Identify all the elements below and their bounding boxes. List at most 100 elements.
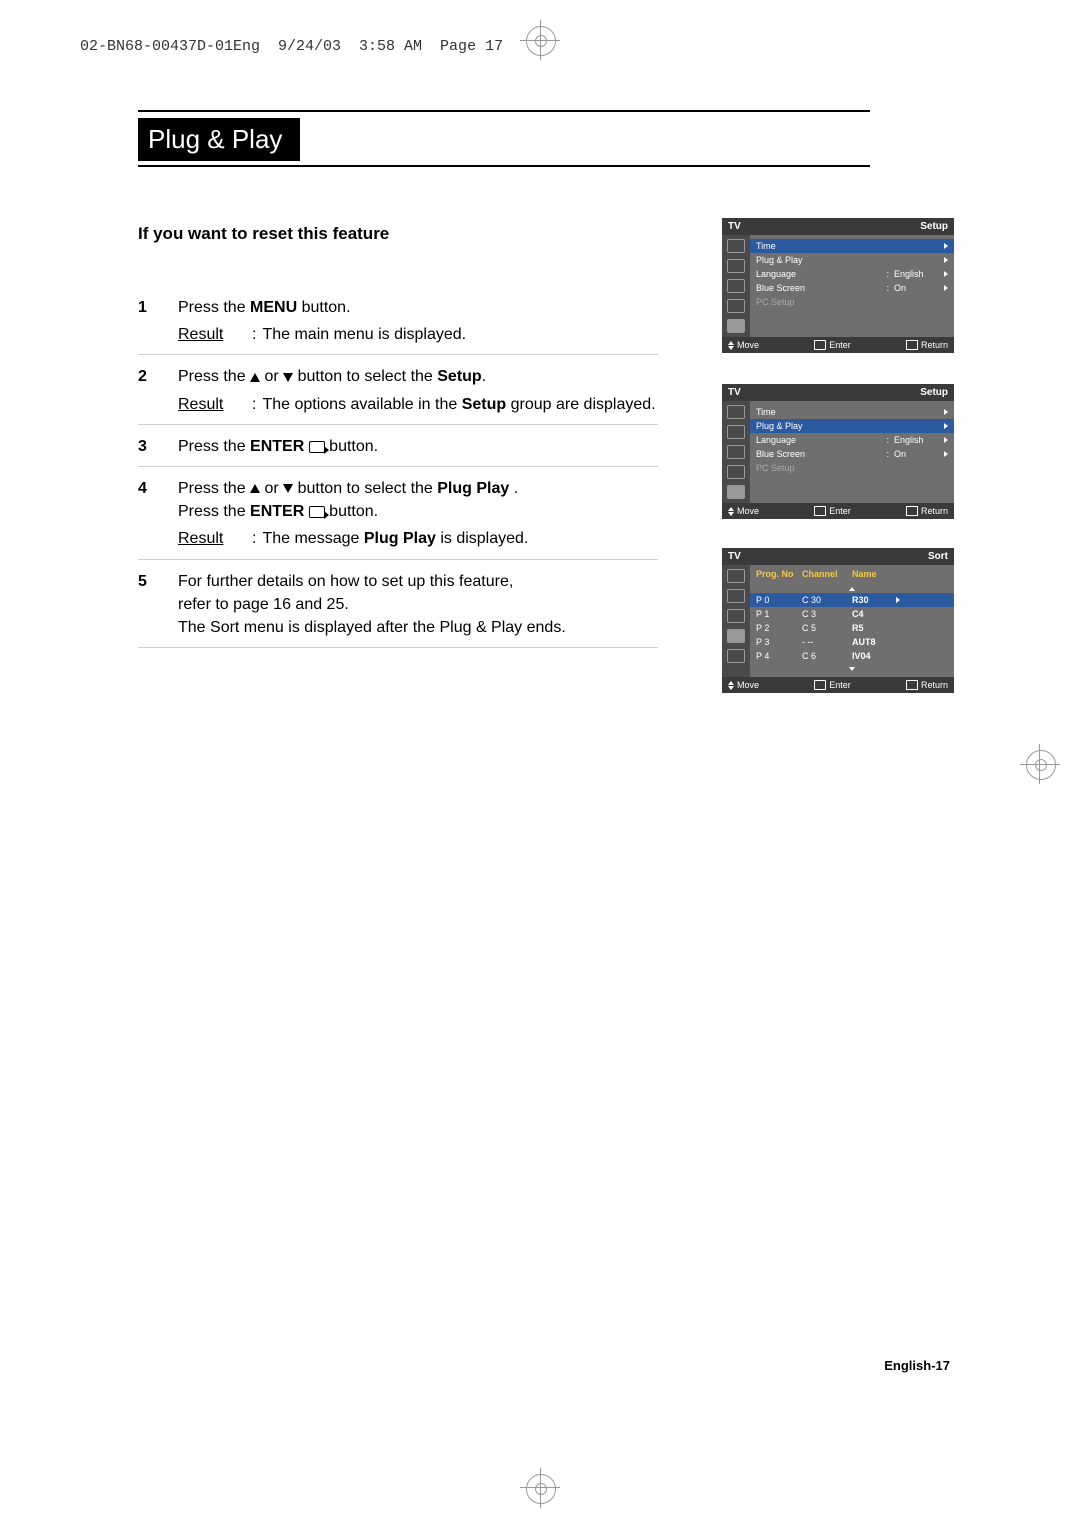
step-body: Press the or button to select the Setup.… (178, 365, 658, 415)
osd-sort-table: Prog. No Channel Name P 0C 30R30P 1C 3C4… (750, 565, 954, 677)
result-row: Result: The message Plug Play is display… (178, 527, 658, 550)
step-divider (138, 354, 658, 355)
result-label: Result (178, 323, 252, 346)
enter-icon (309, 506, 325, 518)
manual-page: 02-BN68-00437D-01Eng 9/24/03 3:58 AM Pag… (0, 0, 1080, 1528)
down-arrow-icon (283, 484, 293, 493)
osd-item-bluescreen: Blue Screen: On (756, 281, 948, 295)
section-heading: If you want to reset this feature (138, 224, 389, 244)
osd-side-icon (727, 279, 745, 293)
osd-enter: Enter (814, 506, 851, 516)
osd-move: Move (728, 680, 759, 690)
chevron-right-icon (944, 423, 948, 429)
osd-setup-1: TVSetup Time Plug & Play Language: Engli… (722, 218, 954, 353)
title-bar: Plug & Play (138, 110, 870, 167)
step-divider (138, 559, 658, 560)
return-icon (906, 340, 918, 350)
sort-header: Prog. No Channel Name (756, 569, 948, 583)
osd-item-bluescreen: Blue Screen: On (756, 447, 948, 461)
step-number: 3 (138, 435, 178, 458)
chevron-right-icon (944, 271, 948, 277)
osd-header: TVSetup (722, 218, 954, 235)
osd-item-language: Language: English (756, 267, 948, 281)
osd-item-plugplay: Plug & Play (756, 253, 948, 267)
osd-sidebar (722, 235, 750, 337)
up-arrow-icon (728, 681, 734, 685)
osd-item-time: Time (750, 239, 954, 253)
down-arrow-icon (728, 346, 734, 350)
osd-return: Return (906, 506, 948, 516)
osd-return: Return (906, 340, 948, 350)
step-body: Press the MENU button. Result: The main … (178, 296, 658, 346)
step-1: 1 Press the MENU button. Result: The mai… (138, 296, 658, 346)
osd-menu: Time Plug & Play Language: English Blue … (750, 235, 954, 337)
step-body: Press the or button to select the Plug P… (178, 477, 658, 551)
osd-side-icon (727, 405, 745, 419)
chevron-right-icon (944, 409, 948, 415)
crop-mark-right (1020, 764, 1060, 765)
enter-icon (814, 680, 826, 690)
step-divider (138, 424, 658, 425)
step-number: 2 (138, 365, 178, 415)
osd-side-icon (727, 629, 745, 643)
result-text: The options available in the Setup group… (262, 393, 658, 416)
osd-footer: Move Enter Return (722, 337, 954, 353)
osd-sort: TVSort Prog. No Channel Name P 0C 30R30P… (722, 548, 954, 693)
step-2: 2 Press the or button to select the Setu… (138, 365, 658, 415)
osd-enter: Enter (814, 340, 851, 350)
step-body: For further details on how to set up thi… (178, 570, 658, 640)
up-arrow-icon (728, 507, 734, 511)
enter-icon (814, 340, 826, 350)
sort-down-indicator (756, 663, 948, 673)
osd-body: Time Plug & Play Language: English Blue … (722, 401, 954, 503)
step-divider (138, 466, 658, 467)
sort-row: P 3- --AUT8 (756, 635, 948, 649)
result-label: Result (178, 527, 252, 550)
result-text: The message Plug Play is displayed. (262, 527, 658, 550)
print-header: 02-BN68-00437D-01Eng 9/24/03 3:58 AM Pag… (80, 38, 503, 55)
step-divider (138, 647, 658, 648)
result-row: Result: The options available in the Set… (178, 393, 658, 416)
osd-side-icon (727, 485, 745, 499)
osd-side-icon (727, 465, 745, 479)
chevron-right-icon (944, 257, 948, 263)
step-5: 5 For further details on how to set up t… (138, 570, 658, 640)
up-arrow-icon (849, 587, 855, 591)
result-text: The main menu is displayed. (262, 323, 658, 346)
osd-side-icon (727, 239, 745, 253)
crop-mark-bottom-h (520, 1487, 560, 1488)
chevron-right-icon (944, 437, 948, 443)
up-arrow-icon (250, 373, 260, 382)
crop-mark-top-h (520, 40, 560, 41)
sort-up-indicator (756, 583, 948, 593)
osd-header: TVSetup (722, 384, 954, 401)
osd-item-time: Time (756, 405, 948, 419)
osd-side-icon (727, 299, 745, 313)
return-icon (906, 680, 918, 690)
step-body: Press the ENTER button. (178, 435, 658, 458)
osd-footer: Move Enter Return (722, 503, 954, 519)
osd-return: Return (906, 680, 948, 690)
osd-side-icon (727, 649, 745, 663)
step-number: 4 (138, 477, 178, 551)
osd-body: Time Plug & Play Language: English Blue … (722, 235, 954, 337)
crop-mark-bottom (540, 1468, 541, 1508)
step-3: 3 Press the ENTER button. (138, 435, 658, 458)
osd-move: Move (728, 340, 759, 350)
osd-header: TVSort (722, 548, 954, 565)
crop-mark-right-v (1039, 744, 1040, 784)
osd-enter: Enter (814, 680, 851, 690)
return-icon (906, 506, 918, 516)
osd-setup-2: TVSetup Time Plug & Play Language: Engli… (722, 384, 954, 519)
page-number: English-17 (884, 1358, 950, 1373)
up-arrow-icon (250, 484, 260, 493)
sort-row: P 0C 30R30 (750, 593, 954, 607)
down-arrow-icon (728, 686, 734, 690)
down-arrow-icon (849, 667, 855, 671)
page-title: Plug & Play (138, 118, 300, 161)
osd-side-icon (727, 589, 745, 603)
osd-item-pcsetup: PC Setup (756, 461, 948, 475)
sort-row: P 1C 3C4 (756, 607, 948, 621)
step-number: 5 (138, 570, 178, 640)
chevron-right-icon (944, 285, 948, 291)
